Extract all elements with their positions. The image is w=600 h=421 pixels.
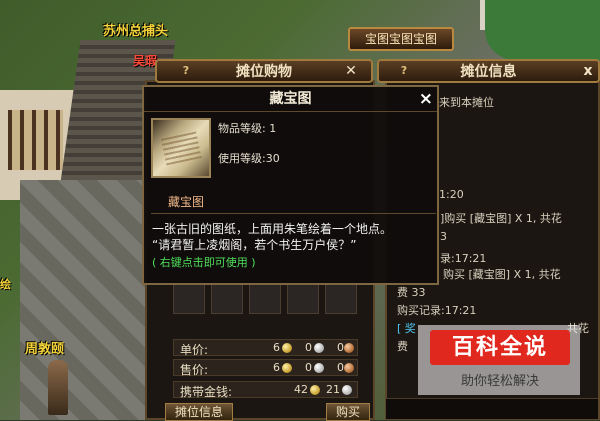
info-line: 费 [397,340,408,353]
copper-coin-icon [344,343,354,353]
gold-coin-icon [310,385,320,395]
sell-price-label: 售价: [180,363,209,377]
item-level: 物品等级: 1 [218,122,277,135]
item-slot[interactable] [249,284,281,314]
treasure-map-icon[interactable] [151,118,211,178]
buy-button[interactable]: 购买 [326,403,370,421]
item-name: 藏宝图 [168,195,205,209]
item-description-line1: 一张古旧的图纸，上面用朱笔绘着一个地点。 [152,222,393,236]
info-line: [ 奖 [397,322,416,335]
gold-value: 6 [273,341,280,354]
divider [151,213,436,214]
item-description-line2: “请君暂上凌烟阁，若个书生万户侯？” [152,238,357,252]
info-line: 3 [440,230,447,243]
close-icon[interactable]: ✕ [343,63,359,79]
info-line: 1:20 [439,188,464,201]
unit-price-row: 单价: 6 0 0 [173,339,358,357]
info-line: ]购买 [藏宝图] X 1, 共花 [440,212,562,225]
tooltip-title: 藏宝图 [269,91,312,107]
treasure-map-quick-button[interactable]: 宝图宝图宝图 [348,27,454,51]
watermark-logo: 百科全说 [430,330,570,365]
stall-shopping-titlebar: ? 摊位购物 ✕ [155,59,373,83]
item-slot[interactable] [173,284,205,314]
item-tooltip: 藏宝图 × 物品等级: 1 使用等级:30 藏宝图 一张古旧的图纸，上面用朱笔绘… [142,85,439,285]
unit-price-label: 单价: [180,343,209,357]
carried-money-label: 携带金钱: [180,385,233,399]
sell-price-row: 售价: 6 0 0 [173,359,358,377]
help-icon[interactable]: ? [179,64,193,78]
lotus-pond [485,0,600,60]
close-icon[interactable]: × [419,89,433,109]
npc-name-suzhou-catcher[interactable]: 苏州总捕头 [103,20,168,39]
message-input-field[interactable] [386,398,598,419]
npc-name-zhou-dunyi[interactable]: 周敦颐 [25,338,64,357]
carried-money-row: 携带金钱: 42 21 [173,381,358,399]
close-icon[interactable]: x [580,63,596,79]
silver-coin-icon [342,385,352,395]
gold-value: 6 [273,361,280,374]
info-line: 费 33 [397,286,426,299]
npc-name-edge[interactable]: 绘 [0,276,11,292]
info-line: 购买 [藏宝图] X 1, 共花 [443,268,561,281]
use-hint: ( 右键点击即可使用 ) [152,256,256,269]
gold-coin-icon [282,343,292,353]
silver-value: 21 [326,383,340,396]
divider [144,111,437,112]
info-line: 录:17:21 [440,252,487,265]
silver-coin-icon [314,363,324,373]
gold-coin-icon [282,363,292,373]
npc-character-figure[interactable] [48,360,68,415]
watermark-subtitle: 助你轻松解决 [460,374,539,389]
info-line: 购买记录:17:21 [397,304,477,317]
copper-value: 0 [337,341,344,354]
silver-value: 0 [305,361,312,374]
silver-value: 0 [305,341,312,354]
item-slot[interactable] [325,284,357,314]
stall-info-titlebar: ? 摊位信息 x [377,59,600,83]
gold-value: 42 [294,383,308,396]
copper-coin-icon [344,363,354,373]
stall-shopping-title: 摊位购物 [236,64,292,80]
use-level: 使用等级:30 [218,152,280,165]
silver-coin-icon [314,343,324,353]
copper-value: 0 [337,361,344,374]
stall-info-title: 摊位信息 [460,64,517,80]
npc-name-partial[interactable]: 吴瑕 [133,52,157,69]
help-icon[interactable]: ? [397,64,411,78]
stall-info-tab[interactable]: 摊位信息 [165,403,233,421]
item-slot[interactable] [211,284,243,314]
info-line: 来到本摊位 [439,96,494,109]
item-slot[interactable] [287,284,319,314]
